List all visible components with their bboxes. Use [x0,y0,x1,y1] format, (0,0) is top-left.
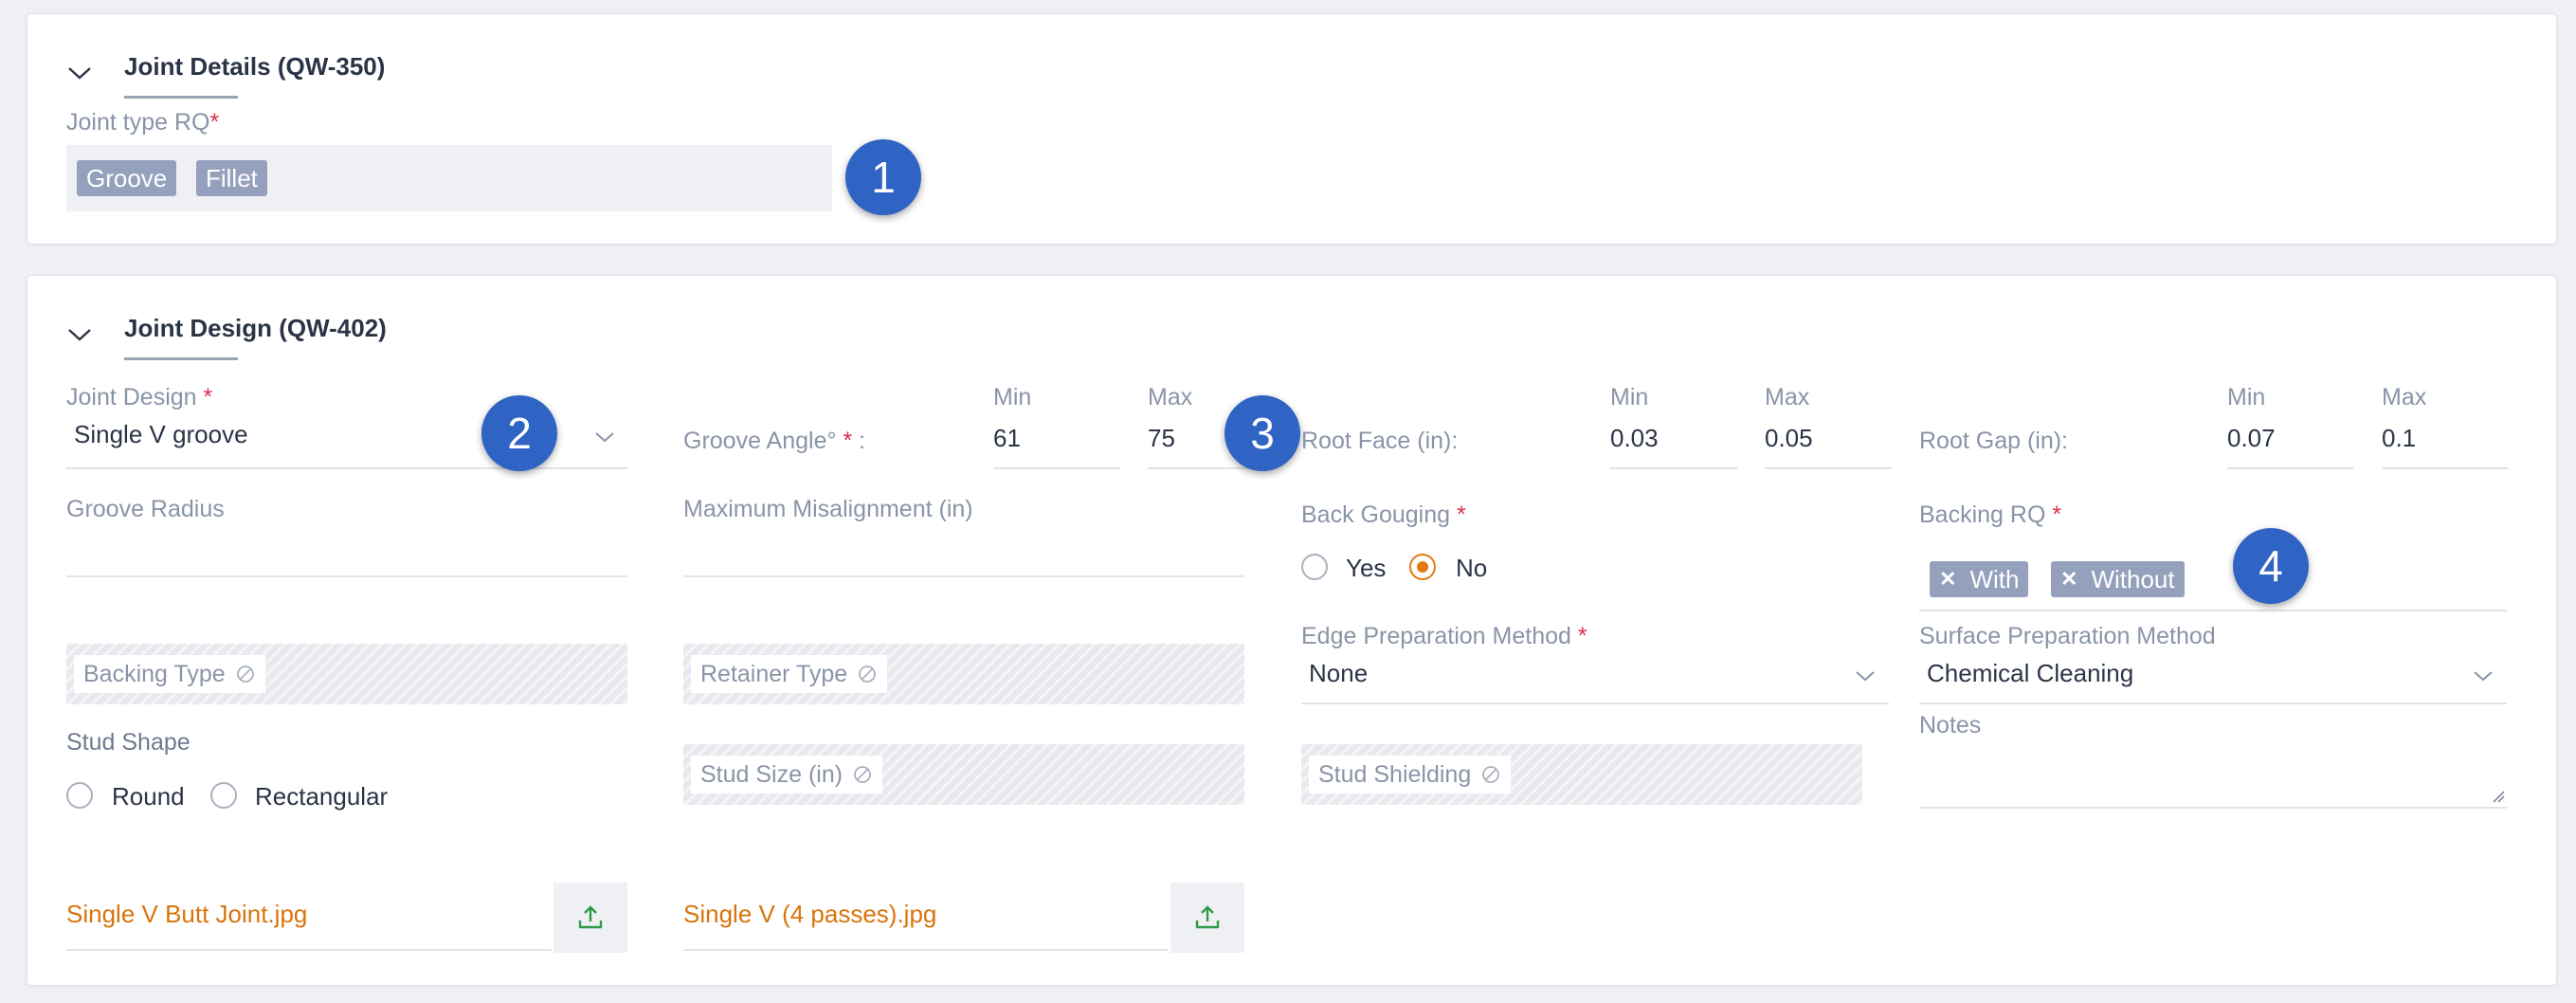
root-gap-max-input[interactable]: 0.1 [2382,424,2416,453]
back-gouging-label: Back Gouging * [1301,502,1466,528]
joint-type-tag-fillet[interactable]: Fillet [196,160,267,196]
stud-size-field: Stud Size (in) [683,744,1244,805]
max-misalignment-label: Maximum Misalignment (in) [683,496,973,522]
root-face-max-label: Max [1765,384,1810,410]
joint-type-label: Joint type RQ* [66,109,220,136]
stud-shape-round-label[interactable]: Round [112,782,185,812]
backing-rq-tag-with[interactable]: ✕ With [1930,561,2029,597]
joint-design-select[interactable]: Single V groove [74,420,248,449]
stud-shape-round-radio[interactable] [66,782,93,809]
chevron-down-icon[interactable] [67,327,92,342]
groove-angle-min-input[interactable]: 61 [993,424,1021,453]
groove-angle-min-label: Min [993,384,1032,410]
backing-type-field: Backing Type [66,644,627,704]
retainer-type-field: Retainer Type [683,644,1244,704]
back-gouging-yes-label[interactable]: Yes [1346,554,1386,583]
joint-type-tag-groove[interactable]: Groove [77,160,177,196]
disabled-icon [1482,766,1500,783]
upload-icon [578,905,603,929]
stud-shielding-field: Stud Shielding [1301,744,1862,805]
callout-badge-1: 1 [845,139,921,215]
groove-radius-label: Groove Radius [66,496,225,522]
root-face-min-label: Min [1610,384,1649,410]
groove-angle-max-label: Max [1148,384,1193,410]
max-misalignment-input[interactable] [683,575,1244,577]
upload-icon [1195,905,1220,929]
root-face-min-input[interactable]: 0.03 [1610,424,1659,453]
groove-angle-max-input[interactable]: 75 [1148,424,1175,453]
root-gap-min-label: Min [2227,384,2266,410]
callout-badge-3: 3 [1225,395,1300,471]
root-gap-min-input[interactable]: 0.07 [2227,424,2276,453]
chevron-down-icon[interactable] [67,65,92,81]
root-face-max-input[interactable]: 0.05 [1765,424,1813,453]
back-gouging-no-label[interactable]: No [1456,554,1487,583]
root-gap-label: Root Gap (in): [1919,428,2069,454]
notes-label: Notes [1919,712,1982,739]
chevron-down-icon[interactable] [594,430,615,444]
back-gouging-yes-radio[interactable] [1301,554,1328,580]
chevron-down-icon[interactable] [2473,669,2494,683]
remove-tag-icon[interactable]: ✕ [1939,567,1956,592]
stud-shape-label: Stud Shape [66,729,190,756]
joint-type-multiselect[interactable] [66,145,832,211]
joint-design-card: Joint Design (QW-402) Joint Design * Sin… [27,275,2557,986]
disabled-icon [236,666,254,683]
surface-prep-label: Surface Preparation Method [1919,623,2216,649]
stud-shape-rectangular-label[interactable]: Rectangular [255,782,388,812]
file-link-1[interactable]: Single V Butt Joint.jpg [66,900,307,929]
root-gap-max-label: Max [2382,384,2427,410]
edge-prep-select[interactable]: None [1309,659,1368,688]
groove-angle-label: Groove Angle° * : [683,428,866,454]
section-title-underline [124,96,238,99]
chevron-down-icon[interactable] [1855,669,1876,683]
callout-badge-2: 2 [481,395,557,471]
remove-tag-icon[interactable]: ✕ [2060,567,2077,592]
root-face-label: Root Face (in): [1301,428,1459,454]
callout-badge-4: 4 [2233,528,2309,604]
back-gouging-no-radio[interactable] [1409,554,1436,580]
notes-textarea[interactable] [1919,807,2507,809]
backing-rq-tag-without[interactable]: ✕ Without [2051,561,2185,597]
surface-prep-select[interactable]: Chemical Cleaning [1927,659,2133,688]
section-title-underline [124,357,238,360]
file-link-2[interactable]: Single V (4 passes).jpg [683,900,936,929]
groove-radius-input[interactable] [66,575,627,577]
disabled-icon [854,766,871,783]
joint-design-label: Joint Design * [66,384,213,410]
stud-shape-rectangular-radio[interactable] [210,782,237,809]
edge-prep-label: Edge Preparation Method * [1301,623,1587,649]
resize-handle-icon[interactable] [2492,790,2505,803]
section-title[interactable]: Joint Details (QW-350) [124,52,385,82]
disabled-icon [859,666,877,683]
joint-details-card: Joint Details (QW-350) Joint type RQ* Gr… [27,13,2557,245]
section-title[interactable]: Joint Design (QW-402) [124,314,387,343]
upload-button-1[interactable] [553,883,627,953]
upload-button-2[interactable] [1170,883,1244,953]
backing-rq-label: Backing RQ * [1919,502,2062,528]
